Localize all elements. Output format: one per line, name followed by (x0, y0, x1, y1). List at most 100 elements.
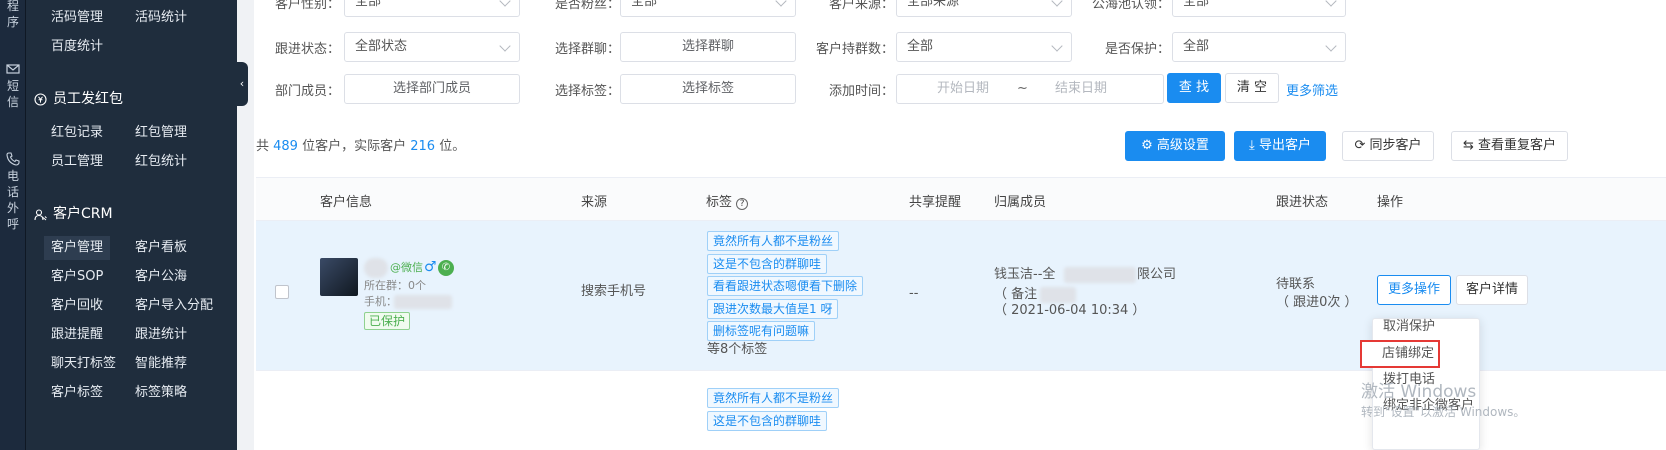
follow-status: 待联系 (1276, 277, 1316, 292)
advanced-settings-button[interactable]: ⚙ 高级设置 (1125, 131, 1225, 161)
rail-item-program[interactable]: 程序 (0, 0, 26, 30)
chevron-down-icon (1051, 40, 1063, 52)
settings-icon: ⚙ (1141, 138, 1153, 153)
rail-item-phone[interactable]: 电话外呼 (0, 152, 26, 232)
watermark-line2: 转到"设置"以激活 Windows。 (1361, 405, 1526, 419)
sidebar-item-baidu-stats[interactable]: 百度统计 (44, 35, 110, 59)
summary-mid: 位客户，实际客户 (297, 139, 411, 154)
sidebar-item-customer-manage[interactable]: 客户管理 (44, 236, 111, 260)
more-filters-link[interactable]: 更多筛选 (1286, 80, 1338, 99)
view-duplicates-label: 查看重复客户 (1478, 138, 1557, 153)
sidebar-item-red-packet-stats[interactable]: 红包统计 (128, 150, 194, 174)
summary-prefix: 共 (256, 139, 274, 154)
filter-follow-status-value: 全部状态 (355, 39, 408, 54)
owner-company: 限公司 (1137, 267, 1177, 282)
chevron-down-icon (1325, 40, 1337, 52)
sidebar-section-crm[interactable]: 客户CRM (34, 204, 113, 224)
rail-item-sms[interactable]: 短信 (0, 62, 26, 110)
windows-activation-watermark: 激活 Windows 转到"设置"以激活 Windows。 (1361, 382, 1525, 422)
header-follow-status: 跟进状态 (1276, 195, 1329, 210)
sidebar-item-customer-import[interactable]: 客户导入分配 (128, 294, 220, 318)
filter-member-picker[interactable]: 选择部门成员 (344, 74, 520, 104)
date-end-input[interactable]: 结束日期 (1055, 75, 1107, 103)
sidebar-section-red-packet[interactable]: 员工发红包 (34, 89, 123, 109)
app-root: 程序 短信 电话外呼 活码管理 活码统计 百度统计 员工发红包 红包记录 红包管… (0, 0, 1666, 450)
filter-follow-status-select[interactable]: 全部状态 (344, 32, 520, 62)
filter-group-picker[interactable]: 选择群聊 (620, 32, 796, 62)
sidebar-item-customer-board[interactable]: 客户看板 (128, 236, 194, 260)
sync-customers-label: 同步客户 (1369, 138, 1422, 153)
row-checkbox[interactable] (275, 285, 289, 299)
sidebar-item-red-packet-manage[interactable]: 红包管理 (128, 121, 194, 145)
filter-group-count-select[interactable]: 全部 (896, 32, 1072, 62)
more-actions-button[interactable]: 更多操作 (1377, 275, 1451, 305)
sidebar-item-customer-pool[interactable]: 客户公海 (128, 265, 194, 289)
tag-item: 竟然所有人都不是粉丝 (707, 388, 840, 408)
wechat-badge: @微信 (390, 261, 423, 274)
sidebar-item-follow-reminder[interactable]: 跟进提醒 (44, 323, 110, 347)
swap-icon: ⇆ (1462, 138, 1474, 153)
filter-gender-select[interactable]: 全部 (344, 0, 520, 17)
customer-detail-button[interactable]: 客户详情 (1456, 275, 1528, 305)
chevron-down-icon (775, 0, 787, 7)
chevron-down-icon (499, 40, 511, 52)
source-value: 搜索手机号 (581, 284, 647, 299)
header-customer-info: 客户信息 (320, 195, 373, 210)
search-button[interactable]: 查 找 (1167, 73, 1221, 103)
sidebar-item-follow-stats[interactable]: 跟进统计 (128, 323, 194, 347)
filter-follow-status-label: 跟进状态： (274, 42, 340, 57)
sidebar-item-chat-tagging[interactable]: 聊天打标签 (44, 352, 123, 376)
share-reminder-value: -- (909, 286, 919, 301)
header-source: 来源 (581, 195, 608, 210)
view-duplicates-button[interactable]: ⇆ 查看重复客户 (1451, 131, 1568, 161)
menu-item-shop-bind[interactable]: 店铺绑定 (1360, 340, 1440, 368)
sidebar-item-qrcode-manage[interactable]: 活码管理 (44, 6, 110, 30)
sidebar-item-staff-manage[interactable]: 员工管理 (44, 150, 110, 174)
sidebar-item-smart-recommend[interactable]: 智能推荐 (128, 352, 194, 376)
filter-protect-select[interactable]: 全部 (1172, 32, 1346, 62)
filter-source-select[interactable]: 全部来源 (896, 0, 1072, 17)
call-icon[interactable]: ✆ (438, 260, 454, 276)
sidebar-item-qrcode-stats[interactable]: 活码统计 (128, 6, 194, 30)
sidebar-collapse-toggle[interactable]: ‹ (236, 62, 248, 106)
phone-icon (6, 152, 20, 166)
tag-item: 跟进次数最大值是1 呀 (707, 299, 839, 319)
main-content: 客户性别： 全部 是否粉丝： 全部 客户来源： 全部来源 公海池认领： 全部 跟… (254, 0, 1666, 450)
icon-rail: 程序 短信 电话外呼 (0, 0, 26, 450)
header-tags-label: 标签 (706, 195, 733, 210)
filter-fans-select[interactable]: 全部 (620, 0, 796, 17)
tag-item: 删标签呢有问题嘛 (707, 321, 816, 341)
filter-tag-picker[interactable]: 选择标签 (620, 74, 796, 104)
filter-date-range[interactable]: 开始日期 ~ 结束日期 (896, 74, 1164, 104)
sidebar-item-red-packet-records[interactable]: 红包记录 (44, 121, 110, 145)
summary-total: 489 (273, 139, 298, 154)
tag-item: 看看跟进状态嗯便看下删除 (707, 276, 864, 296)
sidebar-item-customer-sop[interactable]: 客户SOP (44, 265, 110, 289)
sync-customers-button[interactable]: ⟳ 同步客户 (1342, 131, 1434, 161)
help-icon[interactable]: ? (736, 198, 749, 210)
chevron-down-icon (499, 0, 511, 7)
filter-source-value: 全部来源 (907, 0, 960, 9)
customer-phone-label: 手机： (364, 295, 397, 308)
users-icon (34, 208, 47, 220)
filter-source-label: 客户来源： (828, 0, 894, 12)
chevron-down-icon (1325, 0, 1337, 7)
sidebar-item-customer-tags[interactable]: 客户标签 (44, 381, 110, 405)
export-customers-label: 导出客户 (1258, 138, 1311, 153)
summary-actual: 216 (410, 139, 436, 154)
header-owner: 归属成员 (994, 195, 1047, 210)
header-share-reminder: 共享提醒 (909, 195, 962, 210)
owner-name-blurred (1064, 267, 1136, 283)
menu-item-cancel-protect[interactable]: 取消保护 (1373, 315, 1479, 339)
filter-pool-select[interactable]: 全部 (1172, 0, 1346, 17)
sidebar-item-tag-strategy[interactable]: 标签策略 (128, 381, 194, 405)
rail-program-label: 程序 (6, 0, 19, 29)
tag-item: 这是不包含的群聊哇 (707, 411, 828, 431)
filter-fans-label: 是否粉丝： (554, 0, 620, 12)
filter-gender-value: 全部 (355, 0, 382, 9)
export-customers-button[interactable]: ⤓ 导出客户 (1234, 131, 1326, 161)
watermark-line1: 激活 Windows (1361, 382, 1477, 402)
date-start-input[interactable]: 开始日期 (937, 75, 989, 103)
clear-button[interactable]: 清 空 (1225, 73, 1279, 103)
sidebar-item-customer-recycle[interactable]: 客户回收 (44, 294, 110, 318)
